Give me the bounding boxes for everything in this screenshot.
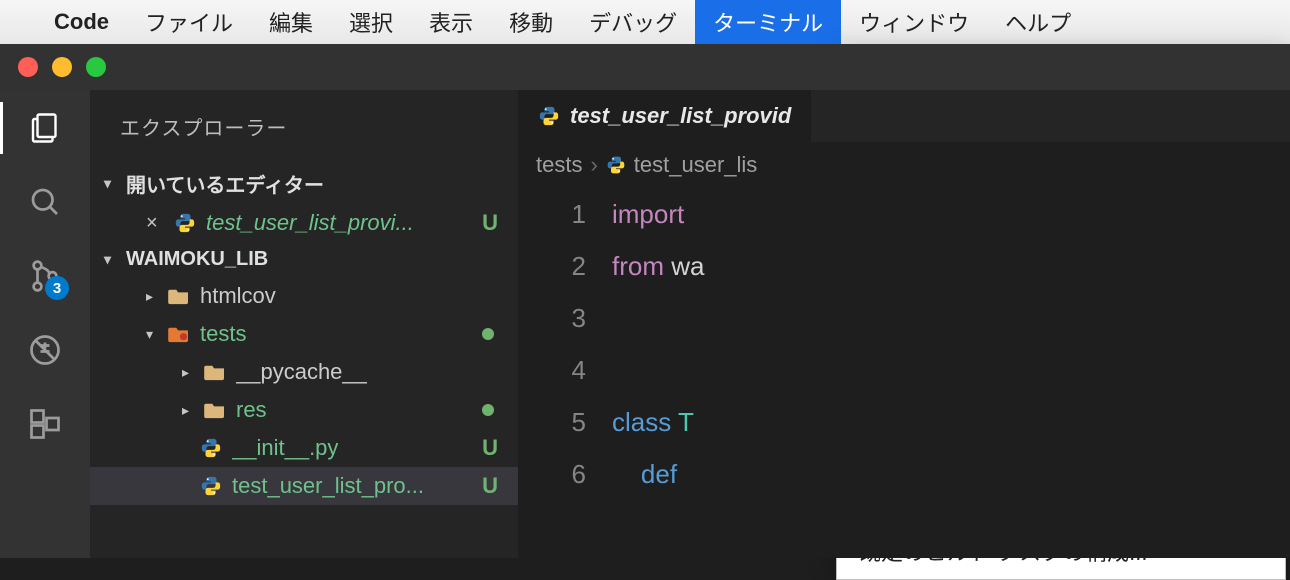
file-name: test_user_list_pro... bbox=[232, 473, 424, 499]
git-status: U bbox=[482, 473, 498, 499]
titlebar bbox=[0, 44, 1290, 90]
folder-icon bbox=[168, 287, 190, 305]
python-icon bbox=[200, 475, 222, 497]
menu-view[interactable]: 表示 bbox=[411, 0, 491, 44]
workspace-name: WAIMOKU_LIB bbox=[126, 248, 268, 271]
python-icon bbox=[174, 212, 196, 234]
git-modified-dot bbox=[482, 328, 494, 340]
file-name: __init__.py bbox=[232, 435, 338, 461]
file-test-user-list[interactable]: test_user_list_pro... U bbox=[90, 467, 518, 505]
file-name: test_user_list_provi... bbox=[206, 210, 414, 236]
explorer-sidebar: エクスプローラー ▾ 開いているエディター × test_user_list_p… bbox=[90, 90, 518, 558]
activity-debug-icon[interactable] bbox=[25, 330, 65, 370]
code-text: T bbox=[671, 407, 694, 437]
python-icon bbox=[606, 155, 626, 175]
folder-tests[interactable]: ▾ tests bbox=[90, 315, 518, 353]
scm-badge: 3 bbox=[45, 276, 69, 300]
code-keyword: import bbox=[612, 199, 684, 229]
chevron-down-icon: ▾ bbox=[104, 251, 116, 268]
window-body: 3 エクスプローラー ▾ 開いているエディター × test_user_list… bbox=[0, 90, 1290, 558]
menu-debug[interactable]: デバッグ bbox=[571, 0, 695, 44]
vscode-window: 3 エクスプローラー ▾ 開いているエディター × test_user_list… bbox=[0, 44, 1290, 558]
open-editors-section[interactable]: ▾ 開いているエディター bbox=[90, 163, 518, 204]
open-editor-item[interactable]: × test_user_list_provi... U bbox=[90, 204, 518, 242]
git-status: U bbox=[482, 210, 498, 236]
editor-area: test_user_list_provid tests › test_user_… bbox=[518, 90, 1290, 558]
line-number: 1 bbox=[518, 188, 586, 240]
traffic-light-minimize[interactable] bbox=[52, 57, 72, 77]
line-gutter: 1 2 3 4 5 6 bbox=[518, 188, 612, 500]
chevron-down-icon: ▾ bbox=[146, 326, 158, 343]
traffic-light-zoom[interactable] bbox=[86, 57, 106, 77]
folder-name: __pycache__ bbox=[236, 359, 367, 385]
folder-name: tests bbox=[200, 321, 246, 347]
code-keyword: from bbox=[612, 251, 664, 281]
activity-scm-icon[interactable]: 3 bbox=[25, 256, 65, 296]
breadcrumb-file[interactable]: test_user_lis bbox=[634, 152, 758, 178]
python-icon bbox=[538, 105, 560, 127]
folder-name: res bbox=[236, 397, 267, 423]
breadcrumbs[interactable]: tests › test_user_lis bbox=[518, 142, 1290, 188]
activity-explorer-icon[interactable] bbox=[25, 108, 65, 148]
code-text: wa bbox=[664, 251, 704, 281]
menu-go[interactable]: 移動 bbox=[491, 0, 571, 44]
section-label: 開いているエディター bbox=[126, 169, 324, 198]
activity-extensions-icon[interactable] bbox=[25, 404, 65, 444]
activity-search-icon[interactable] bbox=[25, 182, 65, 222]
python-icon bbox=[200, 437, 222, 459]
editor-tabs: test_user_list_provid bbox=[518, 90, 1290, 142]
menu-selection[interactable]: 選択 bbox=[331, 0, 411, 44]
line-number: 2 bbox=[518, 240, 586, 292]
line-number: 4 bbox=[518, 344, 586, 396]
chevron-right-icon: ▸ bbox=[146, 288, 158, 305]
menu-help[interactable]: ヘルプ bbox=[987, 0, 1089, 44]
tab-label: test_user_list_provid bbox=[570, 103, 791, 129]
file-init[interactable]: __init__.py U bbox=[90, 429, 518, 467]
folder-name: htmlcov bbox=[200, 283, 276, 309]
line-number: 6 bbox=[518, 448, 586, 500]
chevron-right-icon: ▸ bbox=[182, 364, 194, 381]
menu-window[interactable]: ウィンドウ bbox=[841, 0, 987, 44]
folder-htmlcov[interactable]: ▸ htmlcov bbox=[90, 277, 518, 315]
editor-tab[interactable]: test_user_list_provid bbox=[518, 90, 811, 142]
line-number: 3 bbox=[518, 292, 586, 344]
breadcrumb-folder[interactable]: tests bbox=[536, 152, 582, 178]
explorer-title: エクスプローラー bbox=[90, 90, 518, 163]
macos-menubar: Code ファイル 編集 選択 表示 移動 デバッグ ターミナル ウィンドウ ヘ… bbox=[0, 0, 1290, 44]
code-content[interactable]: import from wa class T def bbox=[612, 188, 704, 500]
git-modified-dot bbox=[482, 404, 494, 416]
chevron-right-icon: ▸ bbox=[182, 402, 194, 419]
folder-icon bbox=[204, 401, 226, 419]
code-keyword: def bbox=[641, 459, 677, 489]
line-number: 5 bbox=[518, 396, 586, 448]
menu-terminal[interactable]: ターミナル bbox=[695, 0, 841, 44]
chevron-right-icon: › bbox=[590, 152, 597, 178]
close-icon[interactable]: × bbox=[146, 212, 164, 235]
activity-bar: 3 bbox=[0, 90, 90, 558]
git-status: U bbox=[482, 435, 498, 461]
folder-res[interactable]: ▸ res bbox=[90, 391, 518, 429]
folder-icon bbox=[168, 325, 190, 343]
folder-icon bbox=[204, 363, 226, 381]
chevron-down-icon: ▾ bbox=[104, 175, 116, 192]
code-keyword: class bbox=[612, 407, 671, 437]
menu-edit[interactable]: 編集 bbox=[251, 0, 331, 44]
code-editor[interactable]: 1 2 3 4 5 6 import from wa class T def bbox=[518, 188, 1290, 500]
folder-pycache[interactable]: ▸ __pycache__ bbox=[90, 353, 518, 391]
menu-app[interactable]: Code bbox=[36, 3, 127, 41]
workspace-section[interactable]: ▾ WAIMOKU_LIB bbox=[90, 242, 518, 277]
traffic-light-close[interactable] bbox=[18, 57, 38, 77]
menu-file[interactable]: ファイル bbox=[127, 0, 251, 44]
